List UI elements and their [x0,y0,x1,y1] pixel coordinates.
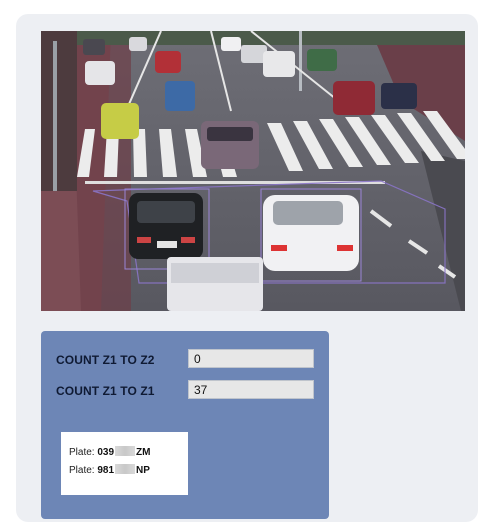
sign-pole [299,31,302,91]
plate-prefix: Plate: [69,465,98,476]
count-z1-to-z1-label: COUNT Z1 TO Z1 [56,384,155,398]
plate-start: 981 [97,465,115,476]
plate-entry: Plate: 039 ZM [69,446,151,458]
plate-end: ZM [136,447,151,458]
counter-panel: COUNT Z1 TO Z2 0 COUNT Z1 TO Z1 37 Plate… [41,331,329,519]
plate-prefix: Plate: [69,447,98,458]
count-z1-to-z2-label: COUNT Z1 TO Z2 [56,353,155,367]
white-truck [167,257,263,311]
white-car [263,195,359,271]
plate-end: NP [136,465,150,476]
plate-entry: Plate: 981 NP [69,464,150,476]
black-car [129,193,203,259]
camera-feed [41,31,465,311]
plate-start: 039 [97,447,115,458]
traffic-scene [41,31,465,311]
left-pole-area [41,31,77,191]
redaction-blur [115,446,136,456]
redaction-blur [115,464,136,474]
left-pole [53,41,57,191]
count-z1-to-z2-value: 0 [188,349,314,368]
plate-list: Plate: 039 ZM Plate: 981 NP [61,432,188,495]
count-z1-to-z1-value: 37 [188,380,314,399]
